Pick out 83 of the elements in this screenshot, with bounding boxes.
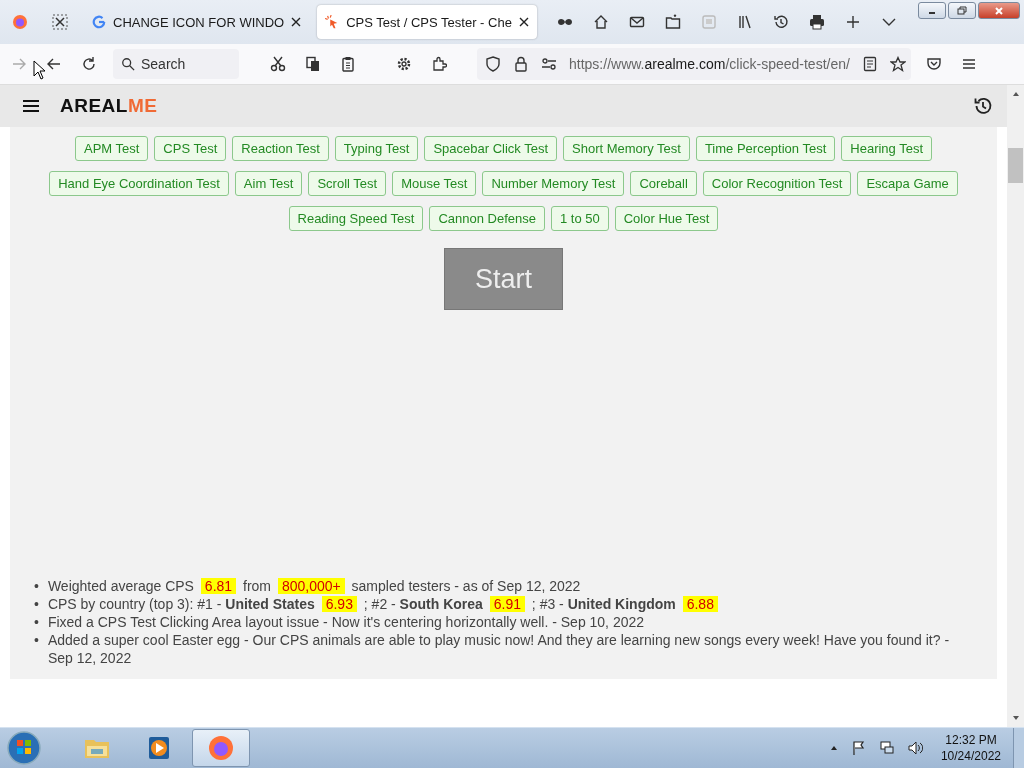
test-link[interactable]: Scroll Test xyxy=(308,171,387,196)
test-link[interactable]: Typing Test xyxy=(334,136,419,161)
minimize-icon xyxy=(929,12,935,14)
history-icon[interactable] xyxy=(973,96,993,116)
bullet: • xyxy=(34,577,39,595)
close-icon[interactable] xyxy=(291,17,302,27)
test-link[interactable]: Color Recognition Test xyxy=(702,171,852,196)
test-link[interactable]: Time Perception Test xyxy=(695,136,836,161)
clock[interactable]: 12:32 PM 10/24/2022 xyxy=(940,732,1001,764)
test-link[interactable]: Hearing Test xyxy=(841,136,933,161)
site-logo[interactable]: AREALME xyxy=(60,95,158,117)
mail-icon[interactable] xyxy=(628,14,645,30)
back-icon[interactable] xyxy=(46,56,62,72)
menu-icon[interactable] xyxy=(22,97,40,115)
google-icon xyxy=(92,15,106,29)
search-icon xyxy=(121,57,135,71)
copy-icon[interactable] xyxy=(305,56,321,72)
bullet: • xyxy=(34,613,39,631)
bullet: • xyxy=(34,631,39,650)
restore-icon xyxy=(957,5,967,16)
test-link[interactable]: Reading Speed Test xyxy=(288,206,424,231)
mouse-cursor-icon xyxy=(33,60,45,80)
test-link[interactable]: Coreball xyxy=(630,171,697,196)
tab-title: CPS Test / CPS Tester - Che xyxy=(346,14,512,30)
scrollbar-thumb[interactable] xyxy=(1008,148,1023,183)
start-orb-icon[interactable] xyxy=(6,730,42,766)
history-icon[interactable] xyxy=(772,14,789,30)
star-icon[interactable] xyxy=(889,56,906,72)
flag-icon[interactable] xyxy=(850,740,867,756)
search-field[interactable]: Search xyxy=(113,49,239,79)
home-icon[interactable] xyxy=(592,14,609,30)
clock-time: 12:32 PM xyxy=(945,732,997,748)
restore-button[interactable] xyxy=(948,2,976,19)
reader-view-icon[interactable] xyxy=(861,56,878,72)
tab-title: CHANGE ICON FOR WINDO xyxy=(113,14,285,30)
print-icon[interactable] xyxy=(808,14,825,30)
permissions-icon[interactable] xyxy=(541,56,557,72)
browser-tab[interactable]: CPS Test / CPS Tester - Che xyxy=(317,5,537,39)
library-icon[interactable] xyxy=(736,14,753,30)
folder-icon[interactable] xyxy=(664,14,681,30)
shield-icon[interactable] xyxy=(485,56,501,72)
test-link[interactable]: Spacebar Click Test xyxy=(424,136,558,161)
plus-icon[interactable] xyxy=(844,14,861,30)
browser-tab[interactable]: CHANGE ICON FOR WINDO xyxy=(84,5,310,39)
news-item: Fixed a CPS Test Clicking Area layout issue - Now it's centering horizontally well. - Sep 10, 2022 xyxy=(47,613,645,631)
firefox-icon xyxy=(207,734,235,762)
test-link[interactable]: Hand Eye Coordination Test xyxy=(49,171,229,196)
address-bar[interactable]: https://www.arealme.com/click-speed-test/en/ xyxy=(477,48,911,80)
test-link[interactable]: CPS Test xyxy=(154,136,227,161)
test-link[interactable]: Number Memory Test xyxy=(482,171,625,196)
settings-icon[interactable] xyxy=(396,56,412,72)
close-icon[interactable] xyxy=(518,17,529,27)
cut-icon[interactable] xyxy=(270,56,286,72)
start-button[interactable]: Start xyxy=(444,248,563,310)
test-link[interactable]: APM Test xyxy=(74,136,149,161)
scrollbar[interactable] xyxy=(1007,85,1024,727)
url-text: https://www.arealme.com/click-speed-test/en/ xyxy=(569,56,850,72)
news-item: Weighted average CPS 6.81 from 800,000+ sampled testers - as of Sep 12, 2022 xyxy=(47,577,581,595)
puzzle-icon[interactable] xyxy=(431,56,447,72)
test-link[interactable]: Color Hue Test xyxy=(614,206,719,231)
speaker-icon[interactable] xyxy=(906,740,923,756)
news-item: CPS by country (top 3): #1 - United States 6.93 ; #2 - South Korea 6.91 ; #3 - United Kingdom 6.88 xyxy=(47,595,721,613)
test-link[interactable]: Mouse Test xyxy=(392,171,477,196)
network-icon[interactable] xyxy=(878,740,895,756)
test-link[interactable]: Reaction Test xyxy=(232,136,329,161)
close-button[interactable] xyxy=(978,2,1020,19)
test-link[interactable]: Escapa Game xyxy=(857,171,958,196)
lock-icon[interactable] xyxy=(513,56,529,72)
reload-icon[interactable] xyxy=(81,56,97,72)
firefox-icon[interactable] xyxy=(12,14,28,30)
taskbar-button[interactable] xyxy=(192,729,250,767)
test-link[interactable]: Cannon Defense xyxy=(429,206,545,231)
minimize-button[interactable] xyxy=(918,2,946,19)
paste-icon[interactable] xyxy=(340,56,356,72)
close-icon xyxy=(994,5,1004,16)
pocket-icon[interactable] xyxy=(926,56,942,72)
test-link[interactable]: Aim Test xyxy=(234,171,303,196)
news-item: Added a super cool Easter egg - Our CPS animals are able to play music now! And they are learning new songs every week! Have you found it? - Sep 12, 2022 xyxy=(47,631,951,667)
test-link[interactable]: Short Memory Test xyxy=(563,136,690,161)
cursor-icon xyxy=(325,15,340,29)
test-link[interactable]: 1 to 50 xyxy=(550,206,609,231)
clock-date: 10/24/2022 xyxy=(940,748,1001,764)
bullet: • xyxy=(34,595,39,613)
